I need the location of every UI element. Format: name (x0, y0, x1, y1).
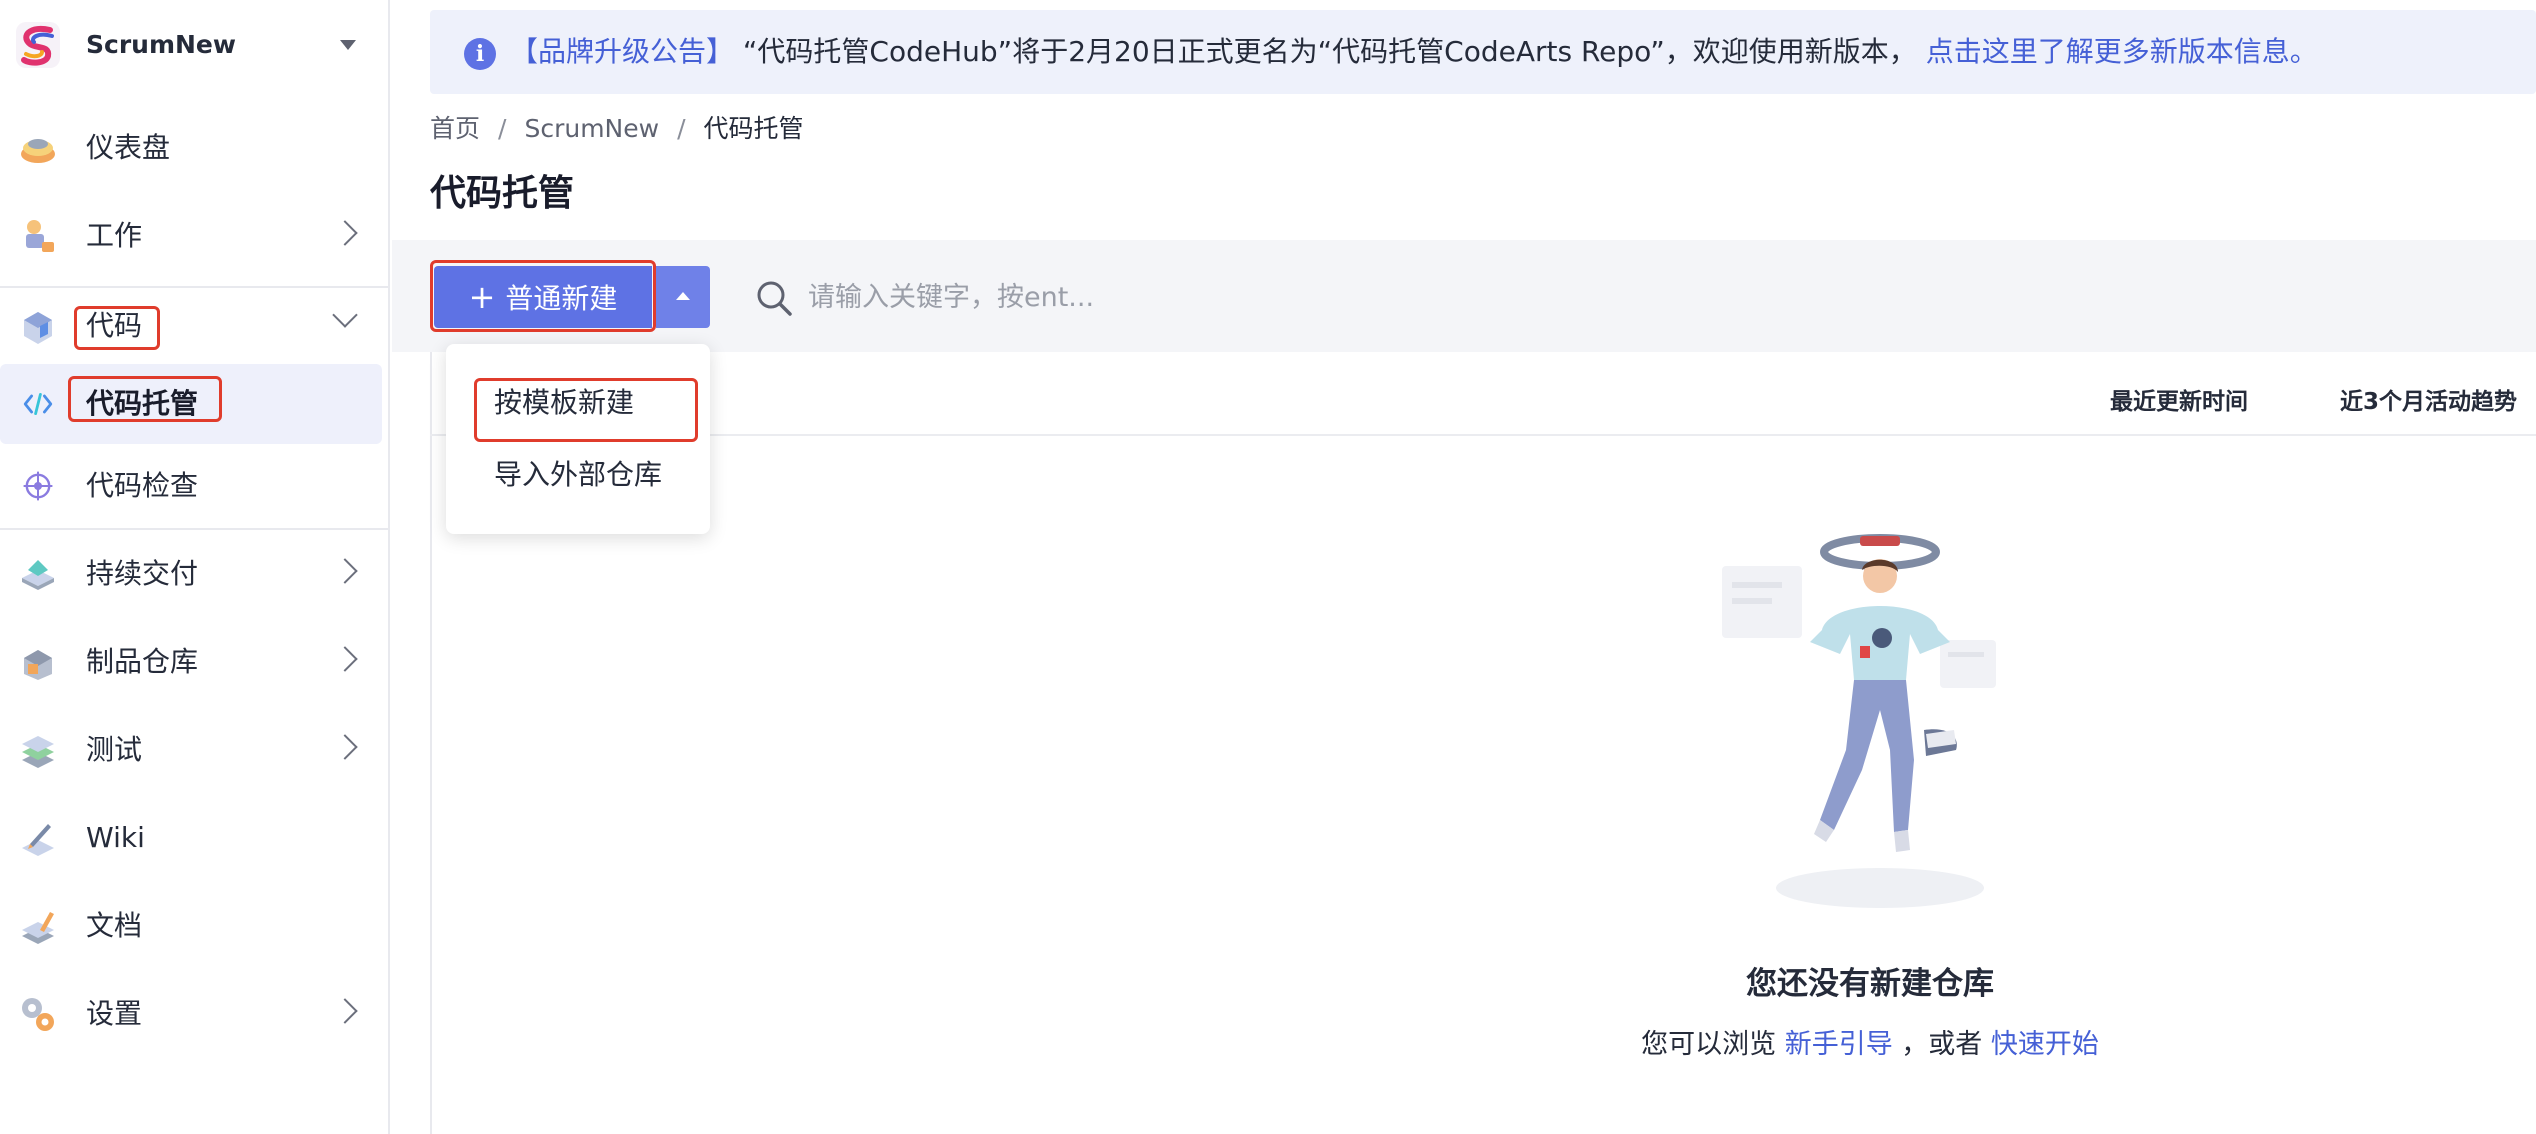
sidebar-item-label: Wiki (86, 821, 145, 854)
test-icon (22, 736, 54, 768)
dashboard-icon (21, 139, 55, 163)
sidebar-item-label: 持续交付 (86, 557, 199, 590)
sidebar-item-label: 设置 (86, 997, 143, 1030)
column-header-trend: 近3个月活动趋势 (2340, 389, 2518, 415)
new-repo-button[interactable]: + 普通新建 (434, 266, 652, 328)
menu-item-new-from-template[interactable]: 按模板新建 (494, 384, 634, 422)
sidebar-item-continuous-delivery[interactable]: 持续交付 (0, 534, 388, 614)
chevron-right-icon (332, 998, 358, 1024)
sidebar-item-label: 代码 (86, 309, 143, 342)
chevron-right-icon (332, 220, 358, 246)
sidebar-item-label: 代码检查 (86, 469, 199, 502)
new-repo-button-label: 普通新建 (505, 282, 618, 315)
sidebar-item-docs[interactable]: 文档 (0, 886, 388, 966)
empty-desc-middle: ，或者 (1901, 1029, 1983, 1060)
empty-state-title: 您还没有新建仓库 (1746, 966, 1994, 1002)
chevron-right-icon (332, 734, 358, 760)
artifact-repo-icon (24, 650, 52, 680)
breadcrumb-home[interactable]: 首页 (430, 114, 480, 143)
sidebar-item-test[interactable]: 测试 (0, 710, 388, 790)
sidebar-divider (0, 528, 388, 530)
project-name: ScrumNew (86, 30, 236, 59)
sidebar-item-wiki[interactable]: Wiki (0, 798, 388, 878)
announcement-text: 【品牌升级公告】 “代码托管CodeHub”将于2月20日正式更名为“代码托管C… (510, 32, 2318, 72)
table-header: 最近更新时间 近3个月活动趋势 (430, 352, 2536, 436)
empty-state-description: 您可以浏览 新手引导 ，或者 快速开始 (1510, 1022, 2230, 1061)
breadcrumb-current: 代码托管 (703, 114, 804, 143)
docs-icon (22, 912, 54, 944)
sidebar-item-code[interactable]: 代码 (0, 286, 388, 366)
search-icon (757, 281, 792, 316)
column-header-updated[interactable]: 最近更新时间 (2110, 382, 2248, 416)
project-logo-icon (16, 22, 60, 68)
chevron-down-icon (332, 302, 358, 328)
info-icon: i (464, 38, 496, 70)
code-check-icon (23, 471, 53, 501)
sidebar-item-label: 仪表盘 (86, 131, 171, 164)
sidebar-item-dashboard[interactable]: 仪表盘 (0, 108, 388, 188)
announcement-body: “代码托管CodeHub”将于2月20日正式更名为“代码托管CodeArts R… (742, 35, 1917, 68)
sidebar-item-code-check[interactable]: 代码检查 (0, 446, 388, 526)
code-icon (24, 312, 52, 344)
new-repo-dropdown-menu: 按模板新建 导入外部仓库 (446, 344, 710, 534)
menu-item-import-repo[interactable]: 导入外部仓库 (494, 456, 662, 494)
breadcrumb-separator: / (498, 114, 507, 143)
sidebar: ScrumNew 仪表盘 工作 代码 代码托管 代码检查 持续交付 制品仓库 测… (0, 0, 390, 1134)
repo-list-panel (430, 352, 2536, 1134)
sidebar-item-label: 文档 (86, 909, 143, 942)
chevron-right-icon (332, 558, 358, 584)
caret-up-icon (676, 292, 690, 300)
breadcrumb-project[interactable]: ScrumNew (524, 114, 659, 143)
project-switcher[interactable]: ScrumNew (0, 0, 388, 92)
announcement-banner: i 【品牌升级公告】 “代码托管CodeHub”将于2月20日正式更名为“代码托… (430, 10, 2536, 94)
work-icon (26, 220, 54, 252)
empty-state-illustration (1722, 534, 1996, 908)
empty-desc-prefix: 您可以浏览 (1641, 1029, 1777, 1060)
continuous-delivery-icon (22, 560, 54, 590)
sidebar-item-label: 制品仓库 (86, 645, 199, 678)
sidebar-item-label: 代码托管 (86, 387, 199, 420)
guide-link[interactable]: 新手引导 (1785, 1029, 1893, 1060)
search-input[interactable] (806, 274, 1510, 320)
breadcrumb: 首页 / ScrumNew / 代码托管 (430, 112, 804, 146)
announcement-link[interactable]: 点击这里了解更多新版本信息。 (1926, 35, 2318, 68)
plus-icon: + (468, 278, 496, 316)
sidebar-item-code-hosting[interactable]: 代码托管 (0, 364, 382, 444)
wiki-icon (22, 824, 54, 856)
quick-start-link[interactable]: 快速开始 (1991, 1029, 2099, 1060)
settings-gear-icon (22, 998, 54, 1031)
project-dropdown-caret-icon[interactable] (340, 40, 356, 50)
sidebar-item-settings[interactable]: 设置 (0, 974, 388, 1054)
sidebar-item-artifact-repo[interactable]: 制品仓库 (0, 622, 388, 702)
code-hosting-icon (23, 393, 53, 415)
breadcrumb-separator: / (677, 114, 686, 143)
announcement-tag: 【品牌升级公告】 (510, 35, 735, 68)
new-repo-dropdown-toggle[interactable] (656, 266, 710, 328)
chevron-right-icon (332, 646, 358, 672)
sidebar-item-label: 测试 (86, 733, 143, 766)
sidebar-item-label: 工作 (86, 219, 143, 252)
sidebar-item-work[interactable]: 工作 (0, 196, 388, 276)
page-title: 代码托管 (430, 173, 575, 214)
